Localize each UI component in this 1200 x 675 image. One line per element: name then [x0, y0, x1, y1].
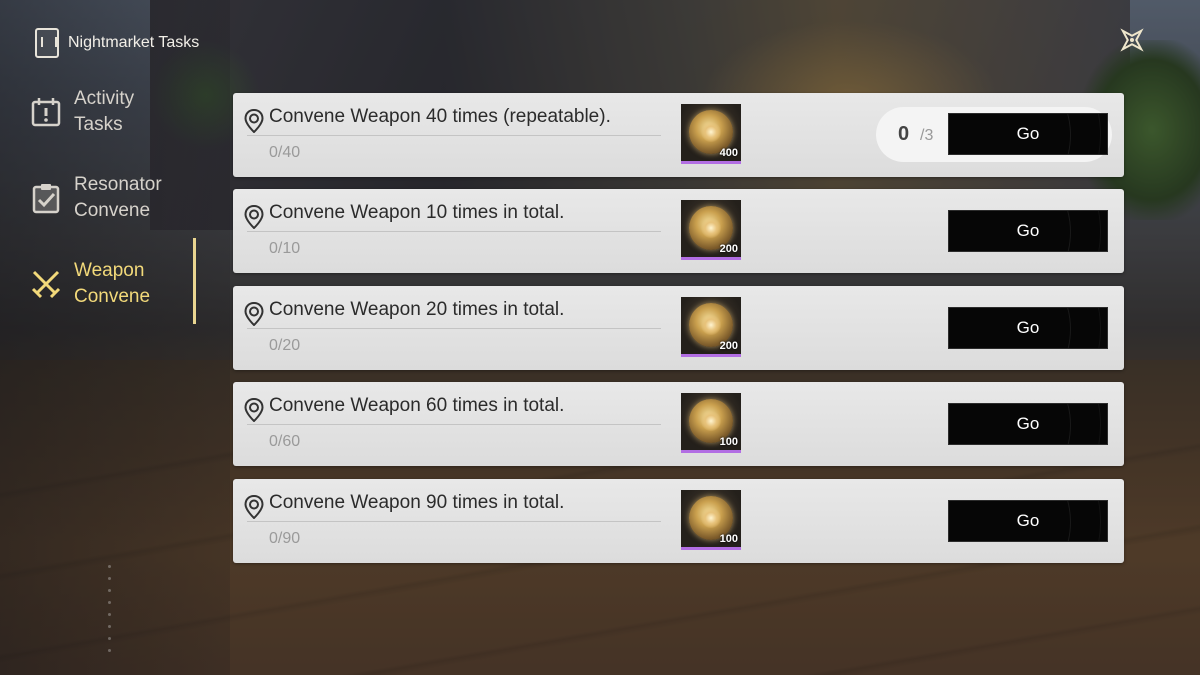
crossed-swords-icon	[28, 266, 64, 302]
task-progress: 0/10	[269, 240, 301, 257]
reward-item[interactable]: 100	[681, 393, 741, 453]
sidebar-item-activity-tasks[interactable]: Activity Tasks	[28, 86, 188, 138]
divider	[247, 424, 661, 425]
task-row: Convene Weapon 60 times in total. 0/60 1…	[233, 382, 1124, 466]
task-progress: 0/90	[269, 530, 301, 547]
sidebar-item-resonator-convene[interactable]: Resonator Convene	[28, 172, 188, 224]
task-name: Convene Weapon 60 times in total.	[269, 395, 565, 416]
divider	[247, 135, 661, 136]
counter-max: /3	[920, 127, 934, 144]
panel-title: Nightmarket Tasks	[68, 34, 200, 51]
go-button[interactable]: Go	[948, 113, 1108, 155]
task-row: Convene Weapon 20 times in total. 0/20 2…	[233, 286, 1124, 370]
divider	[247, 231, 661, 232]
reward-quantity: 200	[719, 340, 738, 352]
active-tab-indicator	[193, 238, 196, 324]
sidebar-item-label: Resonator Convene	[74, 174, 162, 221]
location-pin-icon	[244, 205, 264, 229]
reward-quantity: 400	[719, 147, 738, 159]
counter-current: 0	[898, 123, 910, 145]
scroll-dots	[108, 565, 114, 665]
sidebar-item-label: Weapon Convene	[74, 260, 151, 307]
go-button[interactable]: Go	[948, 500, 1108, 542]
task-progress: 0/60	[269, 433, 301, 450]
reward-item[interactable]: 200	[681, 297, 741, 357]
reward-item[interactable]: 200	[681, 200, 741, 260]
task-name: Convene Weapon 90 times in total.	[269, 492, 565, 513]
go-button[interactable]: Go	[948, 403, 1108, 445]
divider	[247, 521, 661, 522]
reward-item[interactable]: 100	[681, 490, 741, 550]
calendar-alert-icon	[28, 94, 64, 130]
clipboard-check-icon	[28, 180, 64, 216]
task-row: Convene Weapon 40 times (repeatable). 0/…	[233, 93, 1124, 177]
go-button[interactable]: Go	[948, 307, 1108, 349]
location-pin-icon	[244, 398, 264, 422]
reward-quantity: 200	[719, 243, 738, 255]
go-button[interactable]: Go	[948, 210, 1108, 252]
location-pin-icon	[244, 302, 264, 326]
task-progress: 0/40	[269, 144, 301, 161]
reward-quantity: 100	[719, 436, 738, 448]
close-star-icon[interactable]	[1117, 25, 1147, 55]
sidebar-item-weapon-convene[interactable]: Weapon Convene	[28, 258, 188, 310]
task-row: Convene Weapon 10 times in total. 0/10 2…	[233, 189, 1124, 273]
task-progress: 0/20	[269, 337, 301, 354]
location-pin-icon	[244, 495, 264, 519]
task-name: Convene Weapon 20 times in total.	[269, 299, 565, 320]
panel-header: Nightmarket Tasks	[35, 28, 199, 58]
task-name: Convene Weapon 10 times in total.	[269, 202, 565, 223]
sidebar-item-label: Activity Tasks	[74, 88, 135, 135]
task-book-icon	[35, 28, 59, 58]
reward-quantity: 100	[719, 533, 738, 545]
divider	[247, 328, 661, 329]
task-name: Convene Weapon 40 times (repeatable).	[269, 106, 611, 127]
task-row: Convene Weapon 90 times in total. 0/90 1…	[233, 479, 1124, 563]
reward-item[interactable]: 400	[681, 104, 741, 164]
location-pin-icon	[244, 109, 264, 133]
